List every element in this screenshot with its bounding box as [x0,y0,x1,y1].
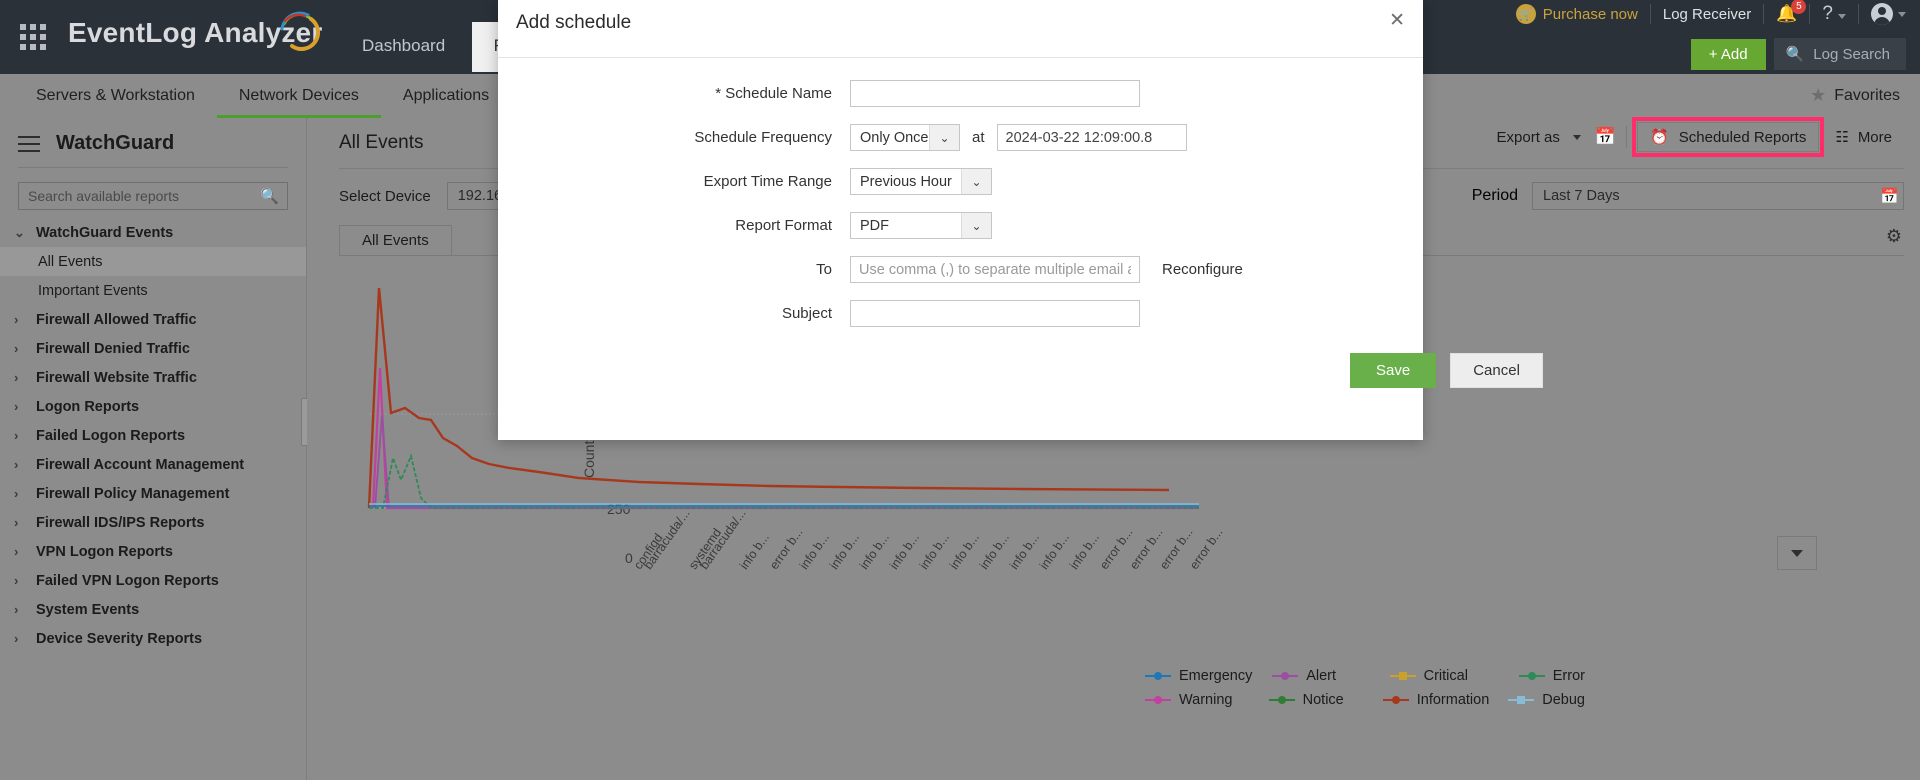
schedule-name-label-text: Schedule Name [725,85,832,102]
dialog-header: Add schedule ✕ [498,0,1423,58]
to-label: To [816,261,832,278]
subject-label: Subject [781,305,832,322]
schedule-frequency-value: Only Once [860,129,929,146]
cancel-button[interactable]: Cancel [1450,353,1543,388]
subject-row: Subject [498,300,1423,327]
report-format-label: Report Format [735,217,832,234]
divider [498,57,1423,58]
modal-overlay: Add schedule ✕ * Schedule Name Schedule … [0,0,1920,780]
report-format-row: Report Format PDF ⌄ [498,212,1423,239]
application-root: EventLog Analyzer Dashboard Reports 🛒 Pu… [0,0,1920,780]
schedule-frequency-label: Schedule Frequency [694,129,832,146]
reconfigure-link[interactable]: Reconfigure [1162,261,1243,278]
save-button[interactable]: Save [1350,353,1437,388]
chevron-down-icon: ⌄ [961,213,991,238]
schedule-datetime-input[interactable] [996,124,1187,151]
chevron-down-icon: ⌄ [961,169,991,194]
export-time-range-label: Export Time Range [703,173,832,190]
close-icon[interactable]: ✕ [1389,11,1405,30]
to-row: To Reconfigure [498,256,1423,283]
schedule-frequency-dropdown[interactable]: Only Once ⌄ [850,124,960,151]
at-label: at [972,129,985,146]
export-time-range-dropdown[interactable]: Previous Hour ⌄ [850,168,992,195]
report-format-value: PDF [860,217,889,234]
schedule-name-input[interactable] [850,80,1140,107]
add-schedule-dialog: Add schedule ✕ * Schedule Name Schedule … [498,0,1543,440]
schedule-name-row: * Schedule Name [498,80,1423,107]
chevron-down-icon: ⌄ [929,125,959,150]
schedule-frequency-row: Schedule Frequency Only Once ⌄ at [498,124,1423,151]
required-marker: * [715,85,722,102]
dialog-title: Add schedule [516,12,632,33]
report-format-dropdown[interactable]: PDF ⌄ [850,212,992,239]
to-email-input[interactable] [850,256,1140,283]
subject-input[interactable] [850,300,1140,327]
dialog-body: * Schedule Name Schedule Frequency Only … [498,58,1543,388]
export-time-range-row: Export Time Range Previous Hour ⌄ [498,168,1423,195]
dialog-actions: Save Cancel [1350,353,1543,388]
schedule-name-label: * Schedule Name [498,85,850,102]
export-time-range-value: Previous Hour [860,173,952,190]
